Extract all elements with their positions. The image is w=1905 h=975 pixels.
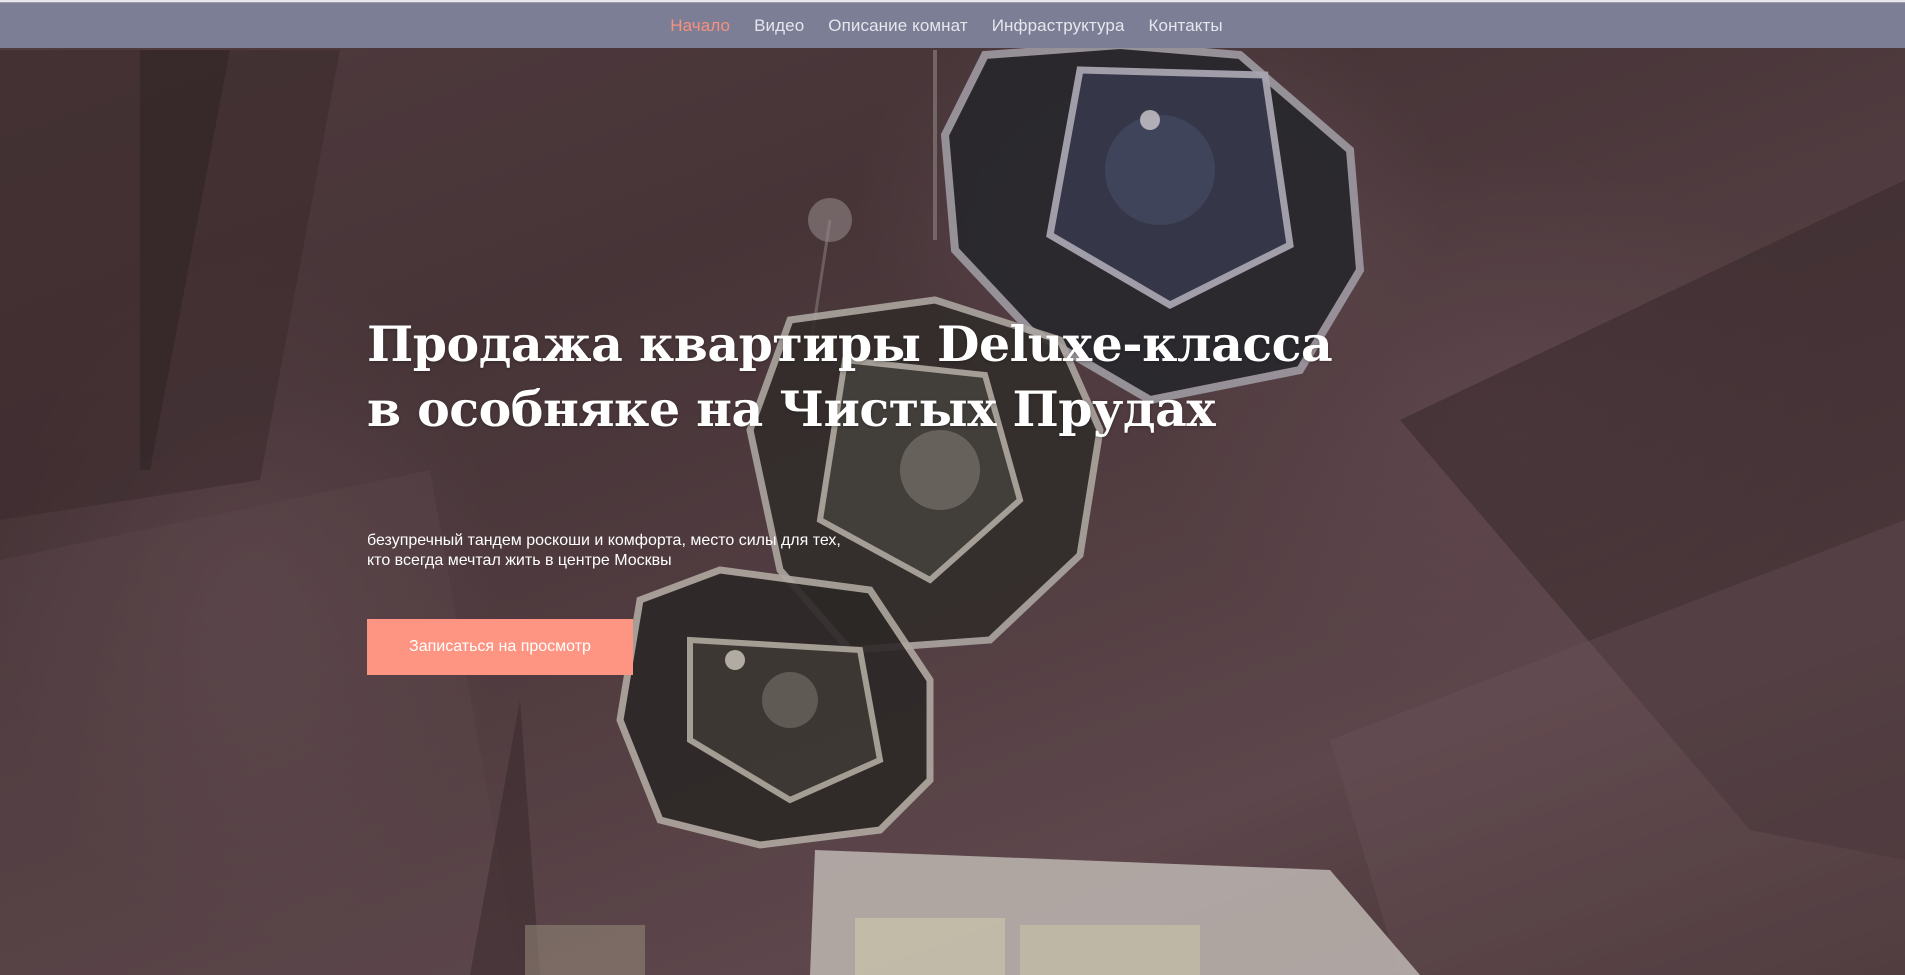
- nav-item-video: Видео: [754, 16, 804, 36]
- top-border: [0, 0, 1905, 2]
- hero-title-line-2: в особняке на Чистых Прудах: [367, 380, 1216, 438]
- hero-subtitle-line-1: безупречный тандем роскоши и комфорта, м…: [367, 532, 841, 549]
- nav-item-rooms: Описание комнат: [828, 16, 967, 36]
- nav-link-rooms[interactable]: Описание комнат: [828, 16, 967, 35]
- hero-title: Продажа квартиры Deluxe-класса в особняк…: [367, 312, 1333, 442]
- landing-page: Начало Видео Описание комнат Инфраструкт…: [0, 0, 1905, 975]
- hero-subtitle-line-2: кто всегда мечтал жить в центре Москвы: [367, 552, 672, 569]
- hero-title-line-1: Продажа квартиры Deluxe-класса: [367, 315, 1333, 373]
- book-viewing-button[interactable]: Записаться на просмотр: [367, 619, 633, 675]
- hero-subtitle: безупречный тандем роскоши и комфорта, м…: [367, 531, 1332, 571]
- nav-link-infrastructure[interactable]: Инфраструктура: [992, 16, 1125, 35]
- hero-content: Продажа квартиры Deluxe-класса в особняк…: [367, 312, 1333, 675]
- nav-item-contacts: Контакты: [1149, 16, 1223, 36]
- nav-item-infrastructure: Инфраструктура: [992, 16, 1125, 36]
- nav-item-home: Начало: [670, 16, 730, 36]
- nav-link-contacts[interactable]: Контакты: [1149, 16, 1223, 35]
- nav-menu: Начало Видео Описание комнат Инфраструкт…: [670, 16, 1223, 36]
- top-navigation-bar: Начало Видео Описание комнат Инфраструкт…: [0, 2, 1905, 48]
- nav-link-home[interactable]: Начало: [670, 16, 730, 35]
- nav-link-video[interactable]: Видео: [754, 16, 804, 35]
